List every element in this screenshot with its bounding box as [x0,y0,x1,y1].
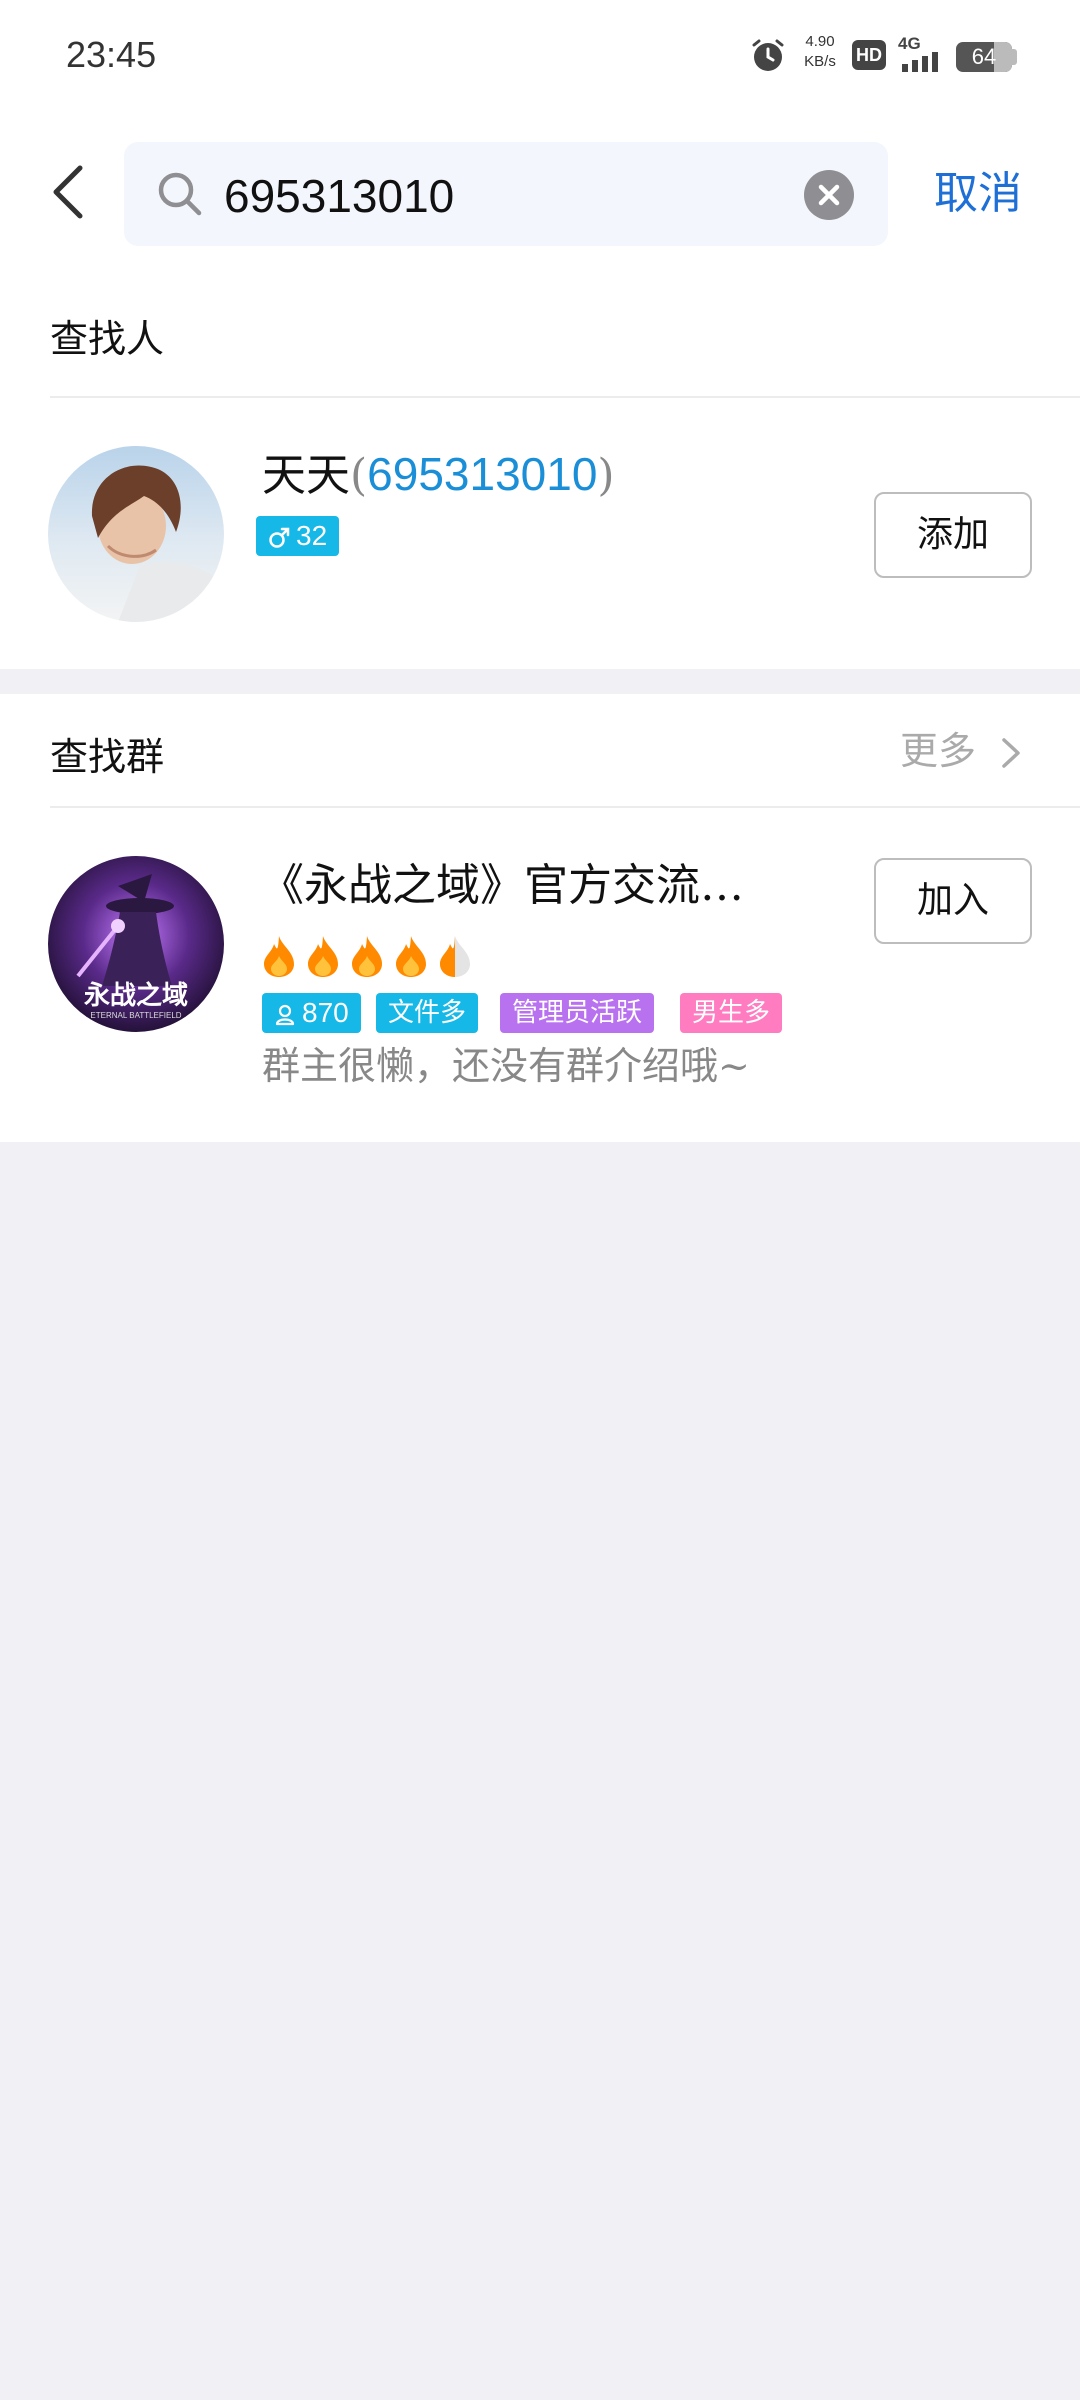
search-icon [158,172,202,216]
flame-icon [396,936,426,977]
battery-tip [1012,49,1017,65]
clear-icon[interactable] [804,170,854,220]
group-avatar-logo-text: 永战之域 [84,980,188,1010]
tag-admin-active: 管理员活跃 [500,993,655,1033]
tag-mostly-male: 男生多 [680,993,783,1033]
section-title-people: 查找人 [50,317,165,361]
person-uid: 695313010 [367,448,598,500]
back-arrow-icon[interactable] [40,150,100,234]
group-avatar[interactable]: 永战之域 ETERNAL BATTLEFIELD [48,856,224,1032]
flame-icon [352,936,382,977]
status-time: 23:45 [66,34,157,75]
flame-icon [308,936,338,977]
paren-open: ( [350,450,368,501]
cancel-button[interactable]: 取消 [934,160,1022,228]
add-friend-button[interactable]: 添加 [874,492,1032,578]
alarm-icon [752,39,784,71]
group-name: 《永战之域》官方交流… [260,860,744,911]
paren-close: ) [597,450,615,501]
divider [50,806,1080,808]
net-speed-value: 4.90 [805,33,835,50]
group-avatar-logo-subtext: ETERNAL BATTLEFIELD [90,1011,181,1020]
flame-icon [264,936,294,977]
more-groups-link[interactable]: 更多 [900,726,1030,776]
person-icon [275,1004,295,1026]
battery-level: 64 [971,44,997,69]
net-speed-unit: KB/s [804,53,836,70]
person-avatar[interactable] [48,446,224,622]
group-description: 群主很懒，还没有群介绍哦~ [262,1044,750,1088]
signal-4g-icon: 4G [898,34,946,72]
divider [50,396,1080,398]
gender-age-badge: 32 [256,516,340,556]
member-count-badge: 870 [262,993,361,1033]
member-count: 870 [302,997,349,1028]
chevron-right-icon [1002,738,1020,768]
group-heat-rating [260,934,490,980]
hd-icon: HD [852,40,886,70]
tag-files: 文件多 [376,993,479,1033]
net-speed: 4.90 KB/s [800,32,840,72]
half-flame-icon [440,936,470,977]
person-nickname: 天天 [262,450,350,501]
join-group-button[interactable]: 加入 [874,858,1032,944]
battery-icon: 64 [956,42,1012,72]
age-value: 32 [296,520,328,551]
search-input[interactable]: 695313010 [224,166,454,226]
person-name: 天天(695313010) [262,444,615,506]
male-icon [269,527,290,548]
more-label: 更多 [900,729,977,773]
section-title-groups: 查找群 [50,735,165,779]
